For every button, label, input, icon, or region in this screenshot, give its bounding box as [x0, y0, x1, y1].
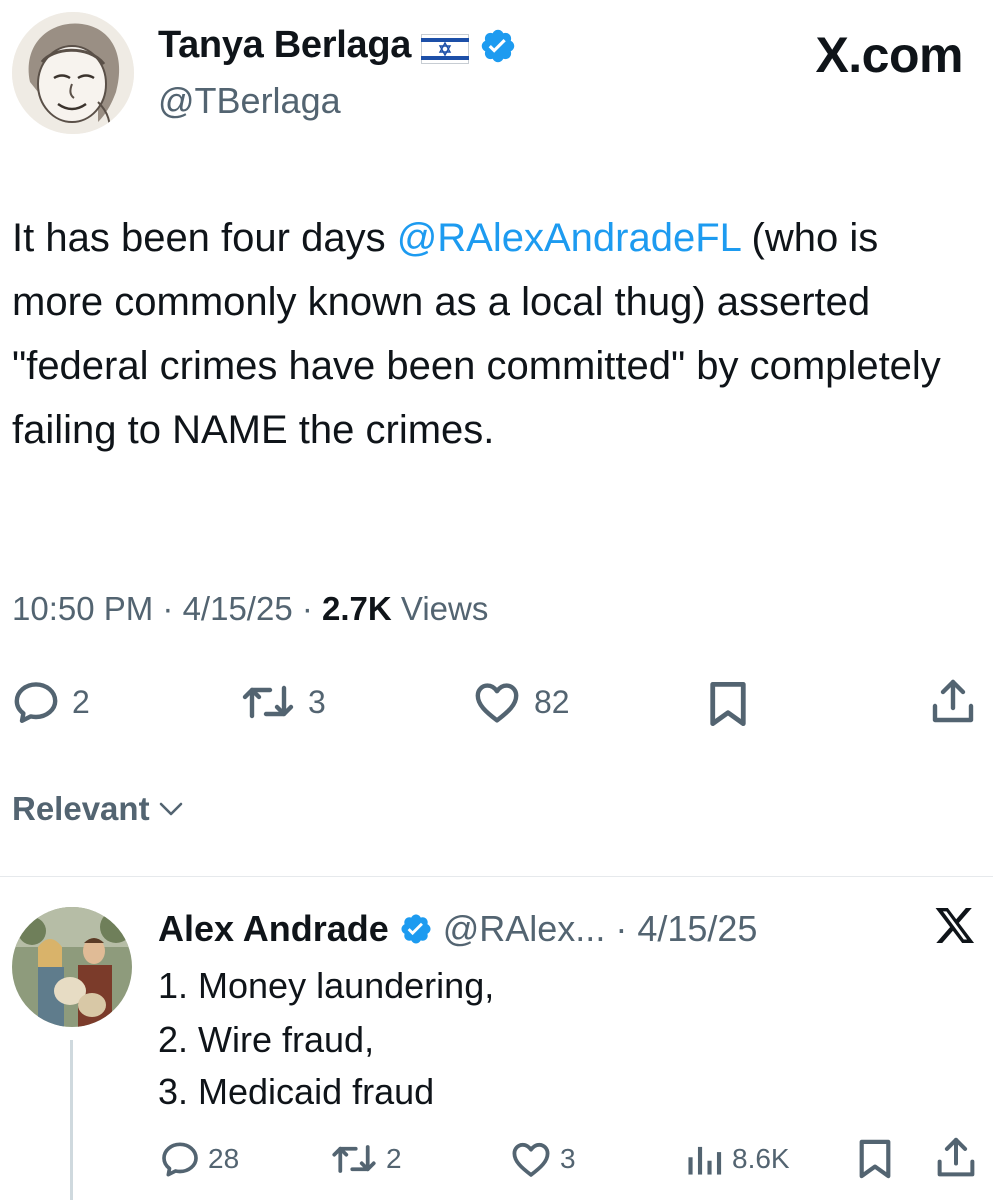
reply-share-button[interactable]: [936, 1136, 976, 1180]
reply-author-handle[interactable]: @RAlex...: [443, 908, 606, 950]
reply-like-button[interactable]: 3: [510, 1140, 576, 1178]
reply-count: 2: [72, 683, 90, 720]
repost-count: 2: [386, 1143, 402, 1174]
views-label: Views: [391, 590, 489, 627]
share-button[interactable]: [930, 678, 976, 726]
reply-header: Alex Andrade @RAlex... · 4/15/25: [158, 908, 757, 950]
chevron-down-icon: [159, 802, 182, 816]
reply-reply-button[interactable]: 28: [160, 1140, 239, 1178]
author-name[interactable]: Tanya Berlaga: [158, 24, 411, 67]
meta-separator: ·: [615, 908, 628, 949]
like-icon: [512, 1142, 550, 1177]
like-count: 3: [560, 1143, 576, 1174]
repost-button[interactable]: 3: [240, 680, 326, 724]
bookmark-icon: [710, 681, 746, 727]
tweet-time[interactable]: 10:50 PM: [12, 590, 153, 627]
tweet-date[interactable]: 4/15/25: [183, 590, 293, 627]
like-icon: [475, 683, 519, 723]
avatar-caricature-icon: [12, 12, 134, 134]
reply-icon: [14, 682, 58, 723]
reply-repost-button[interactable]: 2: [330, 1140, 402, 1178]
reply-bookmark-button[interactable]: [856, 1138, 894, 1180]
verified-badge-icon[interactable]: [479, 27, 517, 65]
reply-avatar[interactable]: [12, 907, 132, 1027]
bookmark-icon: [859, 1139, 891, 1179]
tweet-text: It has been four days @RAlexAndradeFL (w…: [12, 206, 972, 462]
like-button[interactable]: 82: [472, 680, 570, 724]
meta-separator: ·: [153, 590, 183, 627]
share-icon: [937, 1137, 975, 1177]
reply-text-line: 1. Money laundering,: [158, 965, 495, 1006]
meta-separator: ·: [292, 590, 323, 627]
share-icon: [932, 679, 974, 723]
like-count: 82: [534, 683, 570, 720]
reply-icon: [162, 1142, 198, 1177]
reply-button[interactable]: 2: [12, 680, 90, 724]
flag-israel-icon: [421, 31, 470, 64]
reply-count: 28: [208, 1143, 240, 1174]
thread-line: [70, 1040, 73, 1200]
bookmark-button[interactable]: [706, 680, 750, 728]
repost-icon: [242, 685, 294, 719]
repost-count: 3: [308, 683, 326, 720]
author-handle[interactable]: @TBerlaga: [158, 80, 341, 122]
tweet-meta: 10:50 PM · 4/15/25 · 2.7K Views: [12, 590, 488, 628]
reply-text-line: 2. Wire fraud,: [158, 1019, 375, 1060]
views-count: 8.6K: [732, 1143, 790, 1174]
repost-icon: [332, 1145, 376, 1173]
views-icon: [688, 1146, 722, 1175]
brand-logo: X.com: [815, 27, 963, 83]
tweet-text-prefix: It has been four days: [12, 216, 397, 260]
mention-link[interactable]: @RAlexAndradeFL: [397, 216, 741, 260]
sort-dropdown[interactable]: Relevant: [12, 790, 186, 828]
views-count: 2.7K: [322, 590, 392, 627]
reply-text-line: 3. Medicaid fraud: [158, 1071, 435, 1112]
x-logo-icon: [934, 904, 976, 946]
divider: [0, 876, 993, 877]
reply-author-name[interactable]: Alex Andrade: [158, 908, 389, 950]
author-avatar[interactable]: [12, 12, 134, 134]
sort-label: Relevant: [12, 790, 150, 827]
author-name-row: Tanya Berlaga: [158, 24, 517, 67]
avatar-family-photo-icon: [12, 907, 132, 1027]
verified-badge-icon[interactable]: [399, 912, 433, 946]
reply-views-button[interactable]: 8.6K: [684, 1140, 790, 1178]
reply-date[interactable]: 4/15/25: [637, 908, 757, 950]
